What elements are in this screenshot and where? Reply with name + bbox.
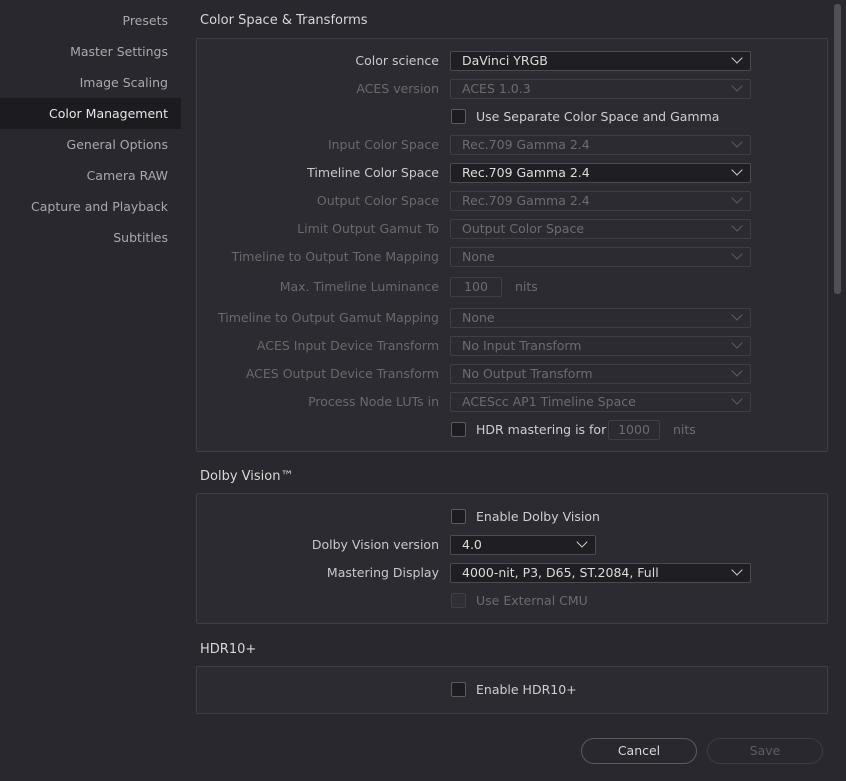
enable-dolby-checkbox[interactable] bbox=[451, 509, 466, 524]
chevron-down-icon bbox=[731, 309, 743, 321]
tone-mapping-select[interactable]: None bbox=[450, 247, 751, 267]
chevron-down-icon bbox=[731, 337, 743, 349]
aces-odt-label: ACES Output Device Transform bbox=[245, 366, 439, 381]
separate-cs-gamma-checkbox[interactable] bbox=[451, 109, 466, 124]
mastering-display-value: 4000-nit, P3, D65, ST.2084, Full bbox=[462, 565, 659, 580]
section-title-dolby-vision: Dolby Vision™ bbox=[200, 469, 294, 484]
chevron-down-icon bbox=[731, 248, 743, 260]
sidebar-item-capture-playback[interactable]: Capture and Playback bbox=[0, 191, 181, 222]
hdr-mastering-checkbox[interactable] bbox=[451, 422, 466, 437]
chevron-down-icon bbox=[731, 365, 743, 377]
color-science-label: Color science bbox=[355, 53, 439, 68]
sidebar-item-color-management[interactable]: Color Management bbox=[0, 98, 181, 129]
limit-output-gamut-value: Output Color Space bbox=[462, 221, 585, 236]
sidebar-item-camera-raw[interactable]: Camera RAW bbox=[0, 160, 181, 191]
section-title-hdr10: HDR10+ bbox=[200, 642, 257, 657]
aces-version-value: ACES 1.0.3 bbox=[462, 81, 531, 96]
input-color-space-value: Rec.709 Gamma 2.4 bbox=[462, 137, 590, 152]
sidebar-item-subtitles[interactable]: Subtitles bbox=[0, 222, 181, 253]
timeline-color-space-select[interactable]: Rec.709 Gamma 2.4 bbox=[450, 163, 751, 183]
enable-hdr10-checkbox[interactable] bbox=[451, 682, 466, 697]
process-luts-select[interactable]: ACEScc AP1 Timeline Space bbox=[450, 392, 751, 412]
mastering-display-select[interactable]: 4000-nit, P3, D65, ST.2084, Full bbox=[450, 563, 751, 583]
color-space-panel: Color science DaVinci YRGB ACES version … bbox=[196, 38, 828, 452]
hdr-mastering-field[interactable]: 1000 bbox=[608, 420, 660, 440]
hdr-mastering-unit: nits bbox=[673, 422, 696, 437]
output-color-space-select[interactable]: Rec.709 Gamma 2.4 bbox=[450, 191, 751, 211]
tone-mapping-label: Timeline to Output Tone Mapping bbox=[231, 249, 439, 264]
max-luminance-label: Max. Timeline Luminance bbox=[279, 279, 439, 294]
external-cmu-label: Use External CMU bbox=[476, 593, 588, 608]
mastering-display-label: Mastering Display bbox=[326, 565, 439, 580]
timeline-color-space-value: Rec.709 Gamma 2.4 bbox=[462, 165, 590, 180]
gamut-mapping-value: None bbox=[462, 310, 495, 325]
section-title-color-space: Color Space & Transforms bbox=[200, 13, 368, 28]
chevron-down-icon bbox=[731, 564, 743, 576]
sidebar-item-image-scaling[interactable]: Image Scaling bbox=[0, 67, 181, 98]
output-color-space-value: Rec.709 Gamma 2.4 bbox=[462, 193, 590, 208]
separate-cs-gamma-label: Use Separate Color Space and Gamma bbox=[476, 109, 720, 124]
timeline-color-space-label: Timeline Color Space bbox=[307, 165, 439, 180]
aces-odt-value: No Output Transform bbox=[462, 366, 593, 381]
process-luts-value: ACEScc AP1 Timeline Space bbox=[462, 394, 636, 409]
aces-idt-value: No Input Transform bbox=[462, 338, 582, 353]
enable-hdr10-label: Enable HDR10+ bbox=[476, 682, 577, 697]
sidebar-item-general-options[interactable]: General Options bbox=[0, 129, 181, 160]
chevron-down-icon bbox=[731, 192, 743, 204]
limit-output-gamut-select[interactable]: Output Color Space bbox=[450, 219, 751, 239]
aces-version-label: ACES version bbox=[356, 81, 439, 96]
enable-dolby-label: Enable Dolby Vision bbox=[476, 509, 600, 524]
save-button[interactable]: Save bbox=[707, 738, 823, 764]
color-science-value: DaVinci YRGB bbox=[462, 53, 548, 68]
sidebar-item-presets[interactable]: Presets bbox=[0, 5, 181, 36]
settings-sidebar: Presets Master Settings Image Scaling Co… bbox=[0, 0, 181, 781]
hdr10-panel: Enable HDR10+ bbox=[196, 666, 828, 714]
gamut-mapping-select[interactable]: None bbox=[450, 308, 751, 328]
gamut-mapping-label: Timeline to Output Gamut Mapping bbox=[217, 310, 439, 325]
external-cmu-checkbox[interactable] bbox=[451, 593, 466, 608]
aces-odt-select[interactable]: No Output Transform bbox=[450, 364, 751, 384]
chevron-down-icon bbox=[576, 536, 588, 548]
max-luminance-field[interactable]: 100 bbox=[450, 277, 502, 297]
cancel-button[interactable]: Cancel bbox=[581, 738, 697, 764]
color-science-select[interactable]: DaVinci YRGB bbox=[450, 51, 751, 71]
chevron-down-icon bbox=[731, 220, 743, 232]
chevron-down-icon bbox=[731, 80, 743, 92]
chevron-down-icon bbox=[731, 164, 743, 176]
chevron-down-icon bbox=[731, 52, 743, 64]
aces-idt-select[interactable]: No Input Transform bbox=[450, 336, 751, 356]
max-luminance-unit: nits bbox=[515, 279, 538, 294]
hdr-mastering-label: HDR mastering is for bbox=[476, 422, 607, 437]
dolby-version-select[interactable]: 4.0 bbox=[450, 535, 596, 555]
input-color-space-select[interactable]: Rec.709 Gamma 2.4 bbox=[450, 135, 751, 155]
aces-idt-label: ACES Input Device Transform bbox=[256, 338, 439, 353]
dolby-version-label: Dolby Vision version bbox=[311, 537, 439, 552]
chevron-down-icon bbox=[731, 136, 743, 148]
dolby-vision-panel: Enable Dolby Vision Dolby Vision version… bbox=[196, 493, 828, 624]
limit-output-gamut-label: Limit Output Gamut To bbox=[297, 221, 439, 236]
scrollbar[interactable] bbox=[834, 4, 841, 294]
dolby-version-value: 4.0 bbox=[462, 537, 482, 552]
tone-mapping-value: None bbox=[462, 249, 495, 264]
process-luts-label: Process Node LUTs in bbox=[308, 394, 439, 409]
output-color-space-label: Output Color Space bbox=[316, 193, 439, 208]
input-color-space-label: Input Color Space bbox=[327, 137, 439, 152]
sidebar-item-master-settings[interactable]: Master Settings bbox=[0, 36, 181, 67]
chevron-down-icon bbox=[731, 393, 743, 405]
aces-version-select[interactable]: ACES 1.0.3 bbox=[450, 79, 751, 99]
